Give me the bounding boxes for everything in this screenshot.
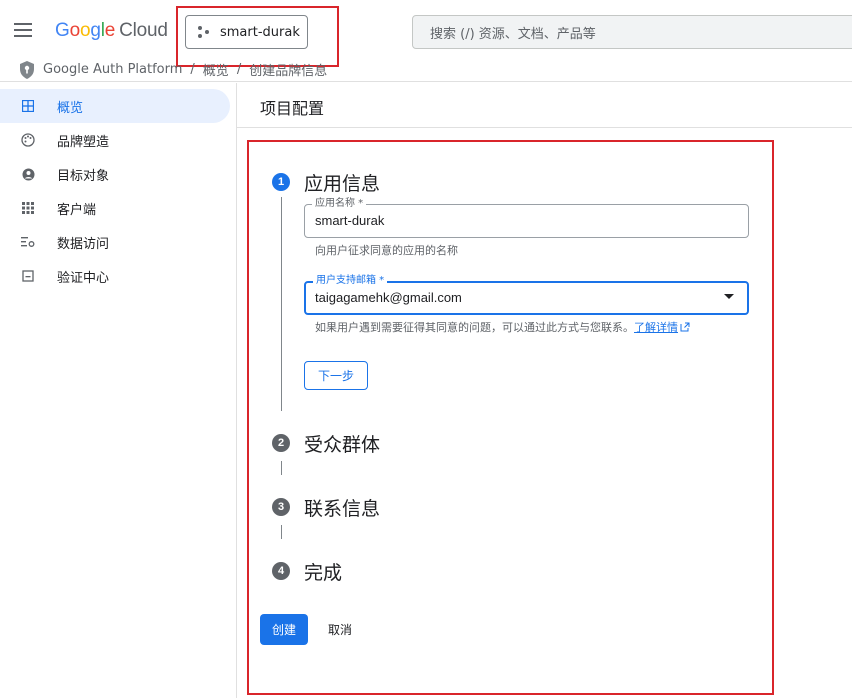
list-settings-icon: [20, 234, 36, 250]
sidebar-item-label: 目标对象: [57, 168, 110, 184]
support-email-value: taigagamehk@gmail.com: [315, 290, 462, 305]
sidebar-item-verification[interactable]: 验证中心: [0, 259, 236, 293]
learn-more-link[interactable]: 了解详情: [634, 321, 690, 334]
google-cloud-logo[interactable]: Google Cloud: [55, 20, 168, 42]
palette-icon: [20, 132, 36, 148]
app-name-field[interactable]: 应用名称 * smart-durak: [304, 198, 749, 238]
logo-google-text: Google: [55, 20, 116, 41]
breadcrumb-separator: /: [190, 62, 195, 77]
grid-icon: [20, 200, 36, 216]
person-icon: [20, 166, 36, 182]
support-email-hint: 如果用户遇到需要征得其同意的问题，可以通过此方式与您联系。了解详情: [315, 319, 690, 335]
sidebar-item-overview[interactable]: 概览: [0, 89, 230, 123]
step-connector: [281, 461, 282, 475]
support-email-hint-text: 如果用户遇到需要征得其同意的问题，可以通过此方式与您联系。: [315, 321, 634, 334]
step-connector: [281, 525, 282, 539]
breadcrumb-item-overview[interactable]: 概览: [203, 60, 229, 79]
search-placeholder: 搜索 (/) 资源、文档、产品等: [430, 26, 596, 42]
breadcrumb-item-create-brand: 创建品牌信息: [249, 64, 328, 79]
step-3-title[interactable]: 联系信息: [304, 494, 380, 521]
sidebar-item-label: 客户端: [57, 202, 97, 218]
logo-cloud-text: Cloud: [119, 20, 168, 41]
support-email-label: 用户支持邮箱 *: [313, 275, 388, 287]
step-4-indicator: 4: [272, 562, 290, 580]
sidebar-item-label: 数据访问: [57, 236, 110, 252]
next-button[interactable]: 下一步: [304, 361, 368, 390]
cancel-button[interactable]: 取消: [318, 614, 362, 645]
sidebar-item-label: 品牌塑造: [57, 134, 110, 150]
step-2-title[interactable]: 受众群体: [304, 430, 380, 457]
create-button[interactable]: 创建: [260, 614, 308, 645]
project-name: smart-durak: [220, 24, 300, 40]
sidebar-item-data-access[interactable]: 数据访问: [0, 225, 236, 259]
check-box-icon: [20, 268, 36, 284]
app-name-value: smart-durak: [315, 213, 385, 228]
external-link-icon: [680, 322, 690, 332]
page-title: 项目配置: [260, 99, 325, 118]
project-icon: [198, 26, 212, 38]
step-1-title[interactable]: 应用信息: [304, 169, 380, 196]
sidebar-item-audience[interactable]: 目标对象: [0, 157, 236, 191]
search-input[interactable]: 搜索 (/) 资源、文档、产品等: [412, 15, 852, 49]
step-1-indicator: 1: [272, 173, 290, 191]
app-name-label: 应用名称 *: [312, 198, 367, 210]
dashboard-icon: [20, 98, 36, 114]
sidebar-item-label: 概览: [57, 100, 84, 116]
sidebar-item-branding[interactable]: 品牌塑造: [0, 123, 236, 157]
sidebar-item-clients[interactable]: 客户端: [0, 191, 236, 225]
top-bar: Google Cloud smart-durak 搜索 (/) 资源、文档、产品等: [0, 0, 852, 58]
hamburger-menu-icon[interactable]: [14, 23, 32, 37]
breadcrumb: Google Auth Platform / 概览 / 创建品牌信息: [0, 58, 852, 82]
breadcrumb-item-platform[interactable]: Google Auth Platform: [43, 62, 182, 77]
sidebar-item-label: 验证中心: [57, 270, 110, 286]
step-2-indicator: 2: [272, 434, 290, 452]
step-4-title[interactable]: 完成: [304, 558, 342, 585]
divider: [237, 127, 852, 128]
learn-more-text: 了解详情: [634, 321, 678, 334]
sidebar: 概览 品牌塑造 目标对象 客户端 数据访问 验证中心: [0, 83, 237, 698]
breadcrumb-separator: /: [236, 62, 242, 77]
shield-icon: [20, 60, 34, 79]
step-3-indicator: 3: [272, 498, 290, 516]
step-connector: [281, 197, 282, 411]
app-name-hint: 向用户征求同意的应用的名称: [315, 244, 458, 257]
support-email-select[interactable]: 用户支持邮箱 * taigagamehk@gmail.com: [304, 275, 749, 315]
project-selector-button[interactable]: smart-durak: [185, 15, 308, 49]
dropdown-arrow-icon[interactable]: [724, 294, 734, 299]
